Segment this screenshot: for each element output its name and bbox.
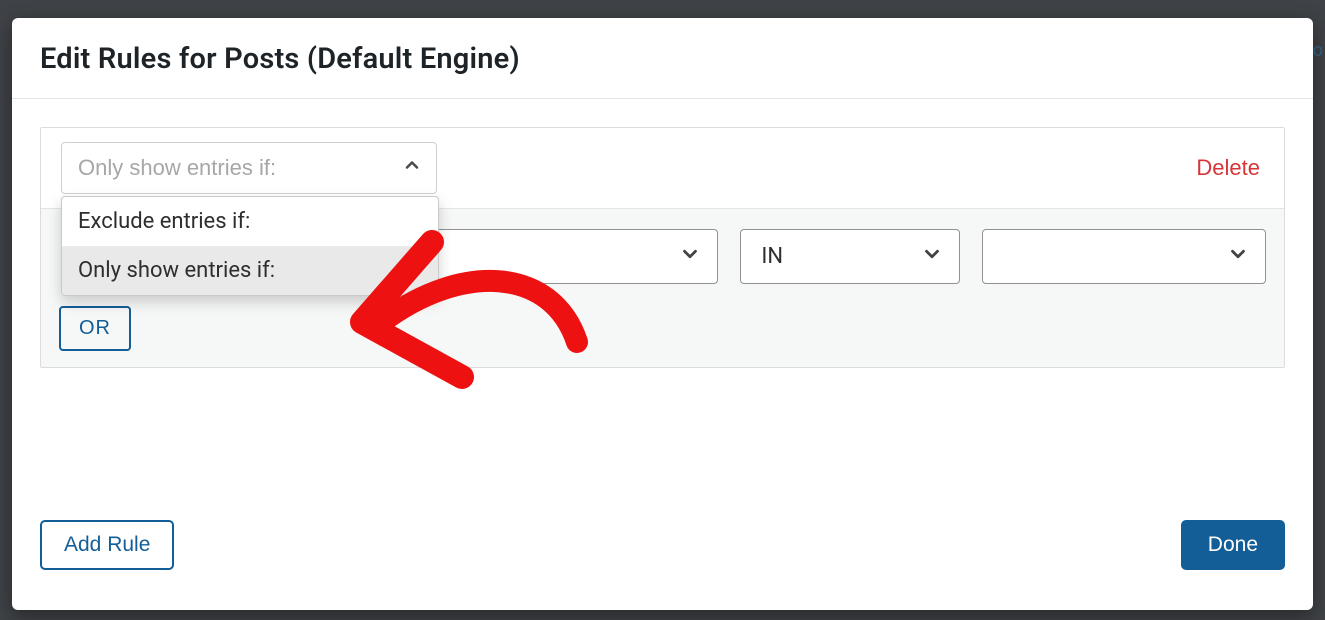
done-button[interactable]: Done [1181, 520, 1285, 570]
rule-type-option-exclude[interactable]: Exclude entries if: [62, 197, 438, 246]
edit-rules-modal: Edit Rules for Posts (Default Engine) On… [12, 18, 1313, 610]
or-button[interactable]: OR [59, 306, 131, 351]
add-rule-button[interactable]: Add Rule [40, 520, 174, 570]
condition-field-select[interactable]: Categories (category) [434, 229, 718, 284]
rule-card: Only show entries if: Exclude entries if… [40, 127, 1285, 368]
rule-type-dropdown: Exclude entries if: Only show entries if… [61, 196, 439, 296]
rule-card-header: Only show entries if: Exclude entries if… [41, 128, 1284, 209]
chevron-down-icon [921, 243, 943, 271]
rule-type-placeholder: Only show entries if: [78, 155, 276, 181]
chevron-down-icon [679, 243, 701, 271]
background-text: o [1313, 40, 1323, 61]
modal-title: Edit Rules for Posts (Default Engine) [40, 42, 1285, 76]
modal-header: Edit Rules for Posts (Default Engine) [12, 18, 1313, 99]
rule-type-option-only-show[interactable]: Only show entries if: [62, 246, 438, 295]
condition-operator-select[interactable]: IN [740, 229, 959, 284]
chevron-up-icon [402, 155, 422, 181]
modal-footer: Add Rule Done [12, 510, 1313, 610]
chevron-down-icon [1227, 243, 1249, 271]
modal-body: Only show entries if: Exclude entries if… [12, 99, 1313, 510]
condition-operator-label: IN [761, 244, 783, 269]
condition-value-select[interactable] [982, 229, 1266, 284]
rule-type-select[interactable]: Only show entries if: [61, 142, 437, 194]
delete-rule-button[interactable]: Delete [1192, 155, 1264, 181]
